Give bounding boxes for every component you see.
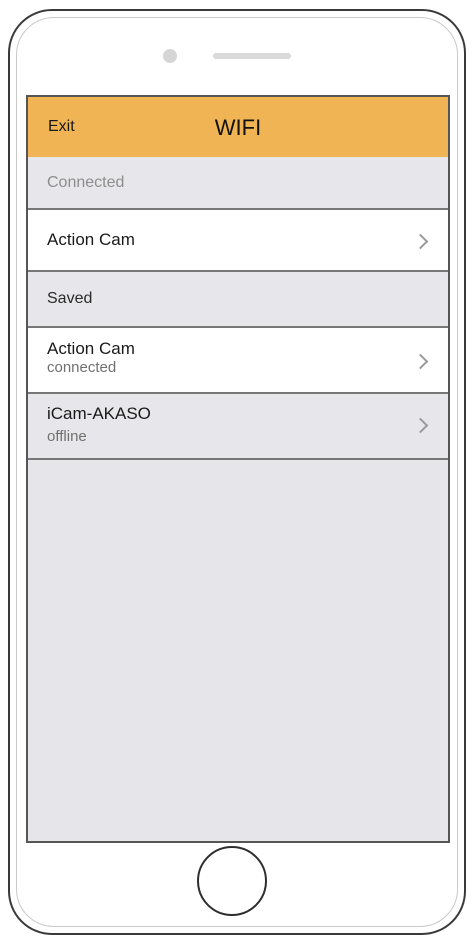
network-status: offline — [47, 428, 87, 445]
chevron-right-icon — [412, 233, 429, 250]
network-status: connected — [47, 359, 117, 376]
network-name: Action Cam — [47, 230, 135, 249]
nav-header: Exit WIFI — [28, 97, 448, 158]
section-label-connected: Connected — [47, 174, 125, 191]
section-header-saved: Saved — [28, 272, 448, 328]
front-camera-icon — [163, 49, 177, 63]
network-name: Action Cam — [47, 339, 135, 358]
section-header-connected: Connected — [28, 157, 448, 210]
app-screen: Exit WIFI Connected Action Cam Saved Act… — [26, 95, 450, 843]
network-name: iCam-AKASO — [47, 404, 151, 423]
chevron-right-icon — [412, 417, 429, 434]
network-item-connected[interactable]: Action Cam — [28, 210, 448, 272]
page-title: WIFI — [214, 115, 262, 140]
network-item-saved[interactable]: Action Cam connected — [28, 328, 448, 394]
home-button[interactable] — [197, 846, 267, 916]
speaker-icon — [213, 53, 291, 59]
network-item-saved[interactable]: iCam-AKASO offline — [28, 394, 448, 460]
section-label-saved: Saved — [47, 290, 93, 307]
chevron-right-icon — [412, 353, 429, 370]
